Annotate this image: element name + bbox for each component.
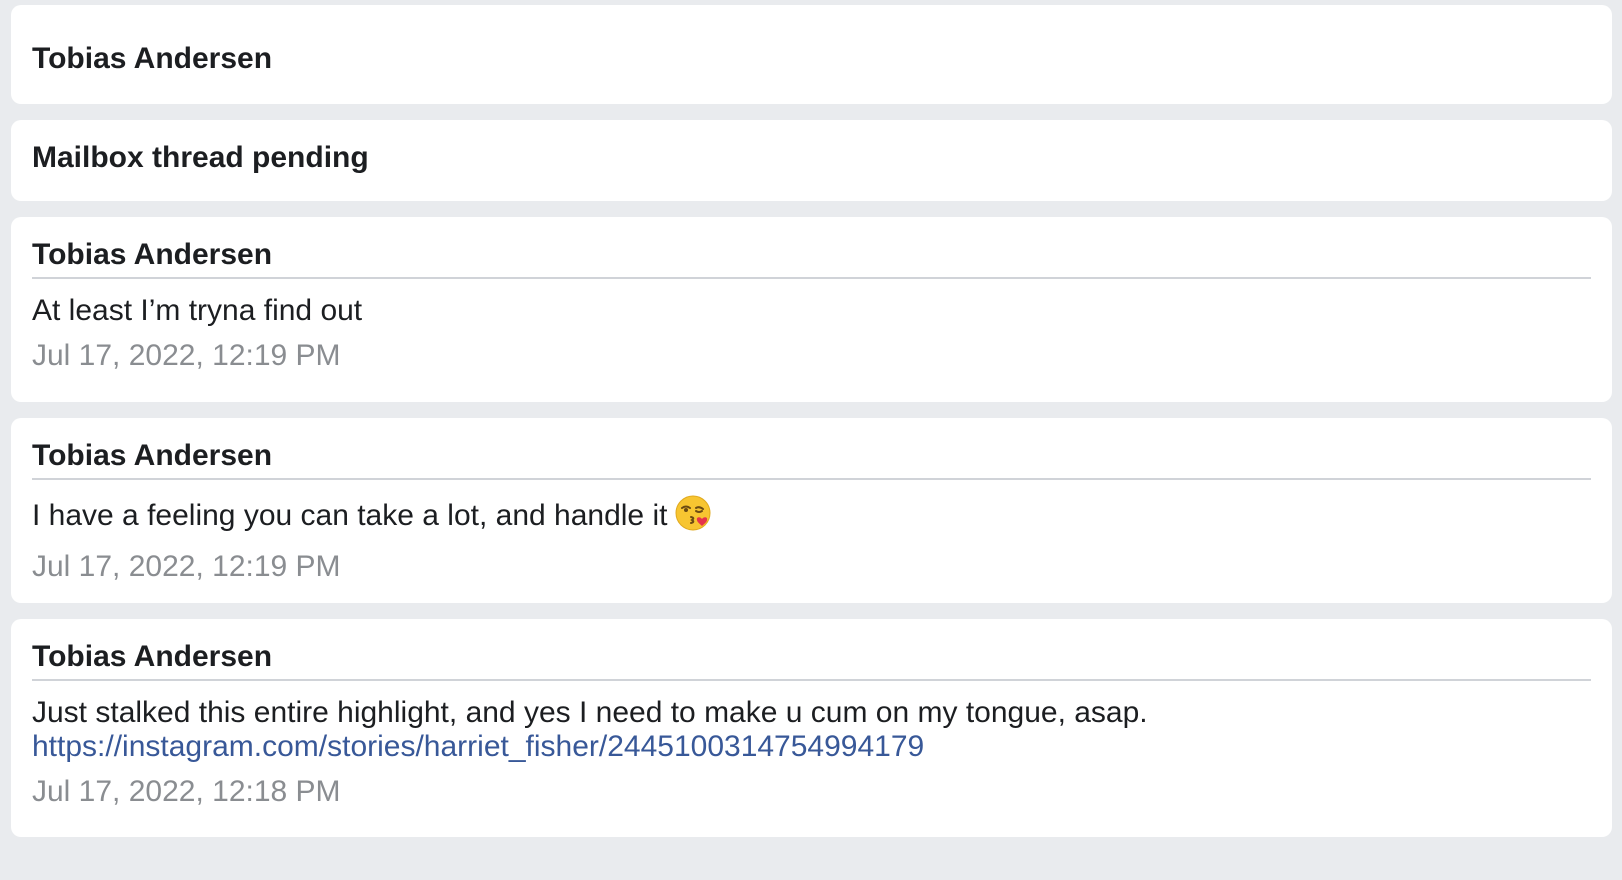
message-text: I have a feeling you can take a lot, and… xyxy=(32,499,668,532)
sender-name: Tobias Andersen xyxy=(32,42,273,75)
message-card: Tobias Andersen At least I’m tryna find … xyxy=(11,217,1612,402)
thread-status-text: Mailbox thread pending xyxy=(32,141,369,174)
message-timestamp: Jul 17, 2022, 12:18 PM xyxy=(32,775,341,808)
message-timestamp: Jul 17, 2022, 12:19 PM xyxy=(32,550,341,583)
sender-name: Tobias Andersen xyxy=(32,238,273,271)
message-card: Tobias Andersen Just stalked this entire… xyxy=(11,619,1612,837)
message-thread: Tobias Andersen Mailbox thread pending T… xyxy=(0,0,1622,880)
kissing-face-with-heart-icon xyxy=(675,495,711,539)
header-divider xyxy=(32,478,1591,480)
instagram-story-link[interactable]: https://instagram.com/stories/harriet_fi… xyxy=(32,730,1591,764)
sender-name: Tobias Andersen xyxy=(32,439,273,472)
thread-status-card: Mailbox thread pending xyxy=(11,120,1612,201)
message-card: Tobias Andersen I have a feeling you can… xyxy=(11,418,1612,603)
sender-name: Tobias Andersen xyxy=(32,640,273,673)
message-card: Tobias Andersen xyxy=(11,5,1612,104)
header-divider xyxy=(32,679,1591,681)
header-divider xyxy=(32,277,1591,279)
message-timestamp: Jul 17, 2022, 12:19 PM xyxy=(32,339,341,372)
message-text: At least I’m tryna find out xyxy=(32,294,363,327)
message-text: Just stalked this entire highlight, and … xyxy=(32,696,1148,729)
message-body: I have a feeling you can take a lot, and… xyxy=(32,495,1591,539)
